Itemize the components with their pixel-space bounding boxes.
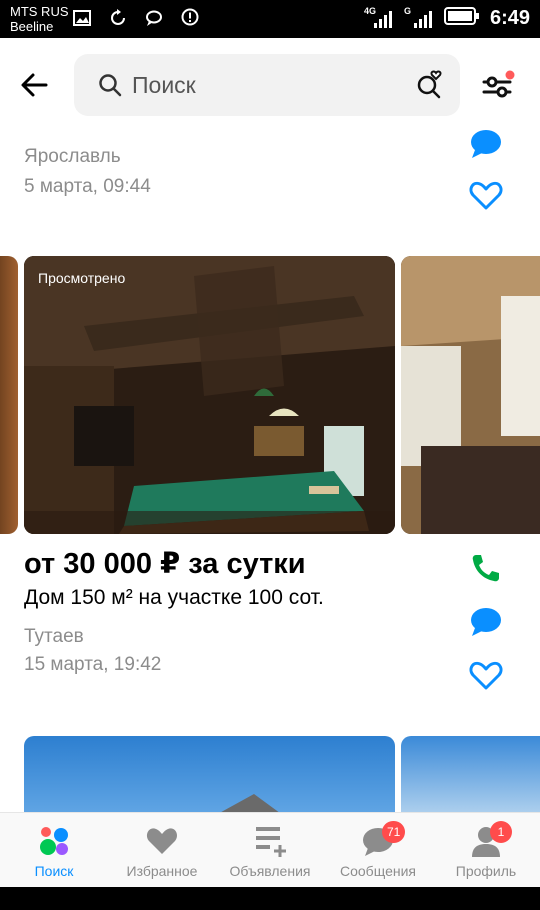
chat-bubble-icon [471,608,501,636]
heart-outline-icon [469,181,503,210]
messages-badge: 71 [382,821,406,843]
message-button[interactable] [468,126,504,162]
listings-feed: Ярославль 5 марта, 09:44 Просмотрено от … [0,118,540,812]
status-right: 4G G 6:49 [364,6,530,31]
house-sky-photo [221,794,279,812]
favorite-button[interactable] [468,178,504,214]
listing-photo-next[interactable] [401,256,540,534]
filters-button[interactable] [480,70,516,102]
listing-city: Тутаев [24,626,84,647]
chat-notification-icon [144,8,164,28]
notification-icons [72,8,200,28]
tab-label: Сообщения [340,863,416,879]
search-bar[interactable] [74,54,460,116]
tab-listings[interactable]: Объявления [216,813,324,888]
search-input[interactable] [132,54,382,116]
viewed-label: Просмотрено [38,270,126,286]
sliders-icon [482,70,515,98]
alert-message-icon [180,8,200,28]
arrow-left-icon [21,73,48,97]
interior-photo [401,256,540,534]
clock: 6:49 [489,7,530,29]
listing-price[interactable]: от 30 000 ₽ за сутки [24,546,306,581]
signal-4g-icon: 4G [364,6,394,30]
search-header [0,38,540,128]
listing-city: Ярославль [24,146,121,167]
search-dots-icon [36,823,72,859]
carrier-1: MTS RUS [10,4,69,19]
sync-icon [108,8,128,28]
bottom-tab-bar: Поиск Избранное Объявления 71 Сообщения … [0,812,540,887]
heart-icon [144,823,180,859]
saved-search-heart-icon[interactable] [414,68,446,105]
tab-label: Избранное [126,863,198,879]
listing-title-cut[interactable] [24,118,384,132]
phone-icon [472,555,499,582]
battery-icon [443,6,480,31]
status-bar: MTS RUS Beeline 4G G 6:49 [0,0,540,38]
back-button[interactable] [18,68,52,102]
signal-g-icon: G [404,6,434,30]
search-icon [98,73,122,102]
tab-label: Профиль [455,863,517,879]
call-button[interactable] [468,550,504,586]
listing-title[interactable]: Дом 150 м² на участке 100 сот. [24,586,324,610]
listings-add-icon [252,823,288,859]
listing-date: 15 марта, 19:42 [24,654,162,675]
heart-outline-icon [469,661,503,690]
profile-badge: 1 [490,821,512,843]
listing-photo-main[interactable] [24,736,395,812]
tab-messages[interactable]: 71 Сообщения [324,813,432,888]
favorite-button[interactable] [468,658,504,694]
system-nav-bar [0,887,540,910]
tab-favorites[interactable]: Избранное [108,813,216,888]
tab-label: Поиск [34,863,74,879]
tab-search[interactable]: Поиск [0,813,108,888]
gallery-icon [72,8,92,28]
listing-date: 5 марта, 09:44 [24,176,151,197]
listing-photo-prev[interactable] [0,256,18,534]
message-button[interactable] [468,604,504,640]
carrier-info: MTS RUS Beeline [10,4,69,34]
billiard-room-photo [24,256,395,534]
listing-photo-next[interactable] [401,736,540,812]
chat-bubble-icon [471,130,501,158]
carrier-2: Beeline [10,19,54,34]
listing-photo-main[interactable]: Просмотрено [24,256,395,534]
tab-profile[interactable]: 1 Профиль [432,813,540,888]
tab-label: Объявления [229,863,311,879]
